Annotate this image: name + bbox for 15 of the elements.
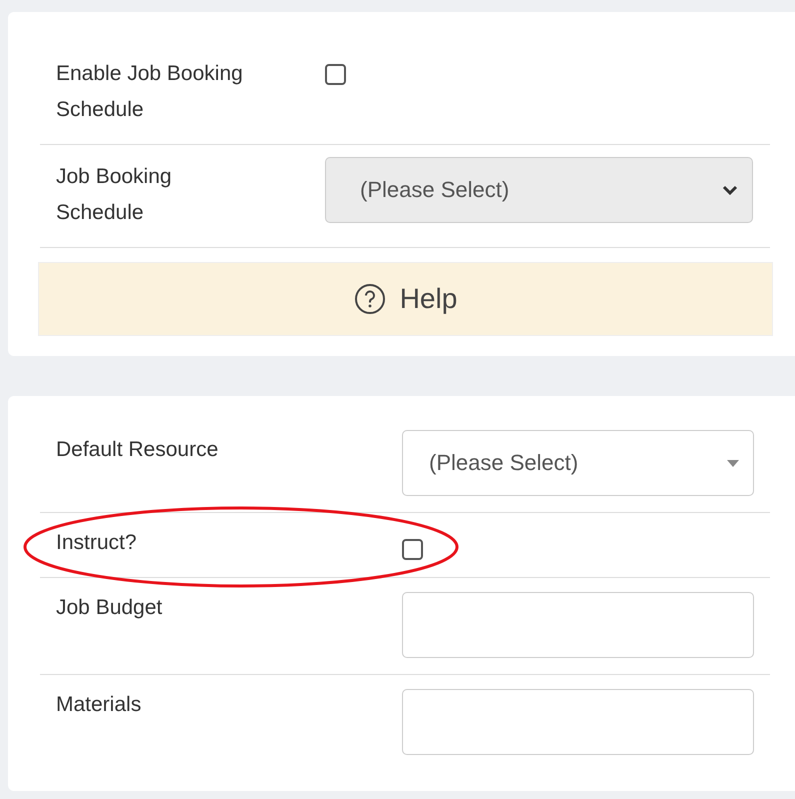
field-label: Default Resource [56, 437, 220, 463]
field-label: Enable Job Booking Schedule [56, 61, 244, 123]
checkbox[interactable] [325, 64, 346, 85]
caret-down-icon [727, 460, 739, 466]
input-field[interactable] [402, 689, 754, 755]
help-button[interactable]: Help [38, 262, 773, 336]
field-label: Job Budget [56, 595, 164, 621]
chevron-down-icon [722, 185, 738, 195]
input-field[interactable] [402, 592, 754, 658]
field-label: Instruct? [56, 530, 138, 556]
help-icon [354, 283, 386, 315]
field-label: Job Booking Schedule [56, 164, 173, 226]
select-field[interactable]: (Please Select) [402, 430, 754, 496]
checkbox[interactable] [402, 539, 423, 560]
field-label: Materials [56, 692, 142, 718]
